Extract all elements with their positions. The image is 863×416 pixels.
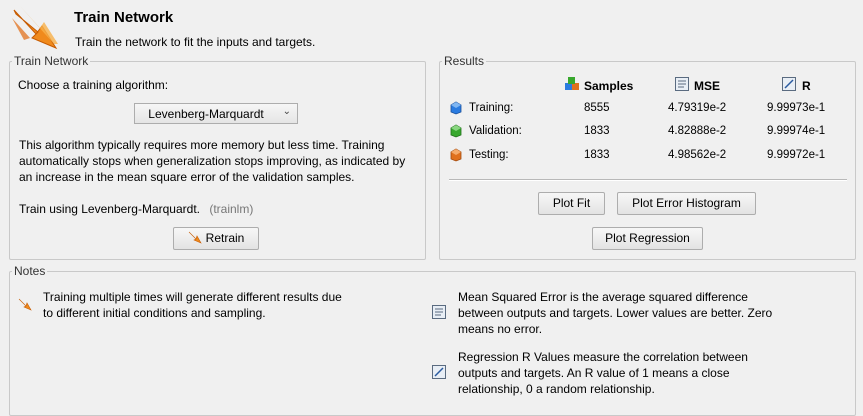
regression-icon <box>782 77 796 91</box>
training-label: Training: <box>469 102 514 114</box>
page-title: Train Network <box>74 9 174 26</box>
results-divider <box>449 179 847 181</box>
retrain-button[interactable]: Retrain <box>173 227 259 250</box>
train-function-name: (trainlm) <box>209 202 254 216</box>
algorithm-description: This algorithm typically requires more m… <box>19 137 419 185</box>
validation-samples: 1833 <box>584 125 610 137</box>
samples-header: Samples <box>584 79 634 93</box>
testing-label: Testing: <box>469 149 509 161</box>
description-line: This algorithm typically requires more m… <box>19 138 385 152</box>
training-samples: 8555 <box>584 102 610 114</box>
train-arrow-icon <box>18 298 32 311</box>
cubes-icon <box>565 77 579 90</box>
note-line: Regression R Values measure the correlat… <box>458 350 748 364</box>
validation-r: 9.99974e-1 <box>767 125 826 137</box>
testing-mse: 4.98562e-2 <box>668 149 727 161</box>
mse-chart-icon <box>432 305 446 319</box>
validation-mse: 4.82888e-2 <box>668 125 727 137</box>
train-using-text: Train using Levenberg-Marquardt. (trainl… <box>19 202 253 216</box>
note-line: to different initial conditions and samp… <box>43 306 266 320</box>
note-mse: Mean Squared Error is the average square… <box>458 289 772 337</box>
description-line: automatically stops when generalization … <box>19 154 406 168</box>
retrain-label: Retrain <box>205 231 245 245</box>
note-regression: Regression R Values measure the correlat… <box>458 349 748 397</box>
chevron-down-icon: ⌄ <box>282 106 291 117</box>
train-network-logo-icon <box>12 6 58 50</box>
train-using-label: Train using Levenberg-Marquardt. <box>19 202 200 216</box>
testing-r: 9.99972e-1 <box>767 149 826 161</box>
train-arrow-icon <box>188 231 202 244</box>
description-line: an increase in the mean square error of … <box>19 170 355 184</box>
note-line: Mean Squared Error is the average square… <box>458 290 748 304</box>
testing-samples: 1833 <box>584 149 610 161</box>
training-r: 9.99973e-1 <box>767 102 826 114</box>
choose-algorithm-label: Choose a training algorithm: <box>18 78 169 92</box>
algorithm-select[interactable]: Levenberg-Marquardt ⌄ <box>134 103 298 124</box>
page-subtitle: Train the network to fit the inputs and … <box>75 35 316 49</box>
plot-fit-button[interactable]: Plot Fit <box>538 192 605 215</box>
notes-legend: Notes <box>14 264 46 278</box>
training-mse: 4.79319e-2 <box>668 102 727 114</box>
note-line: outputs and targets. An R value of 1 mea… <box>458 366 730 380</box>
validation-label: Validation: <box>469 125 522 137</box>
results-legend: Results <box>444 54 485 68</box>
note-line: means no error. <box>458 322 543 336</box>
regression-icon <box>432 365 446 379</box>
note-line: relationship, 0 a random relationship. <box>458 382 655 396</box>
mse-chart-icon <box>675 77 689 91</box>
train-network-legend: Train Network <box>14 54 89 68</box>
mse-header: MSE <box>694 79 721 93</box>
plot-error-histogram-button[interactable]: Plot Error Histogram <box>617 192 756 215</box>
note-retrain: Training multiple times will generate di… <box>43 289 342 321</box>
algorithm-select-value: Levenberg-Marquardt <box>148 107 264 121</box>
r-header: R <box>802 79 811 93</box>
note-line: between outputs and targets. Lower value… <box>458 306 773 320</box>
validation-cube-icon <box>450 124 462 138</box>
plot-regression-button[interactable]: Plot Regression <box>592 227 703 250</box>
note-line: Training multiple times will generate di… <box>43 290 342 304</box>
training-cube-icon <box>450 101 462 115</box>
testing-cube-icon <box>450 148 462 162</box>
